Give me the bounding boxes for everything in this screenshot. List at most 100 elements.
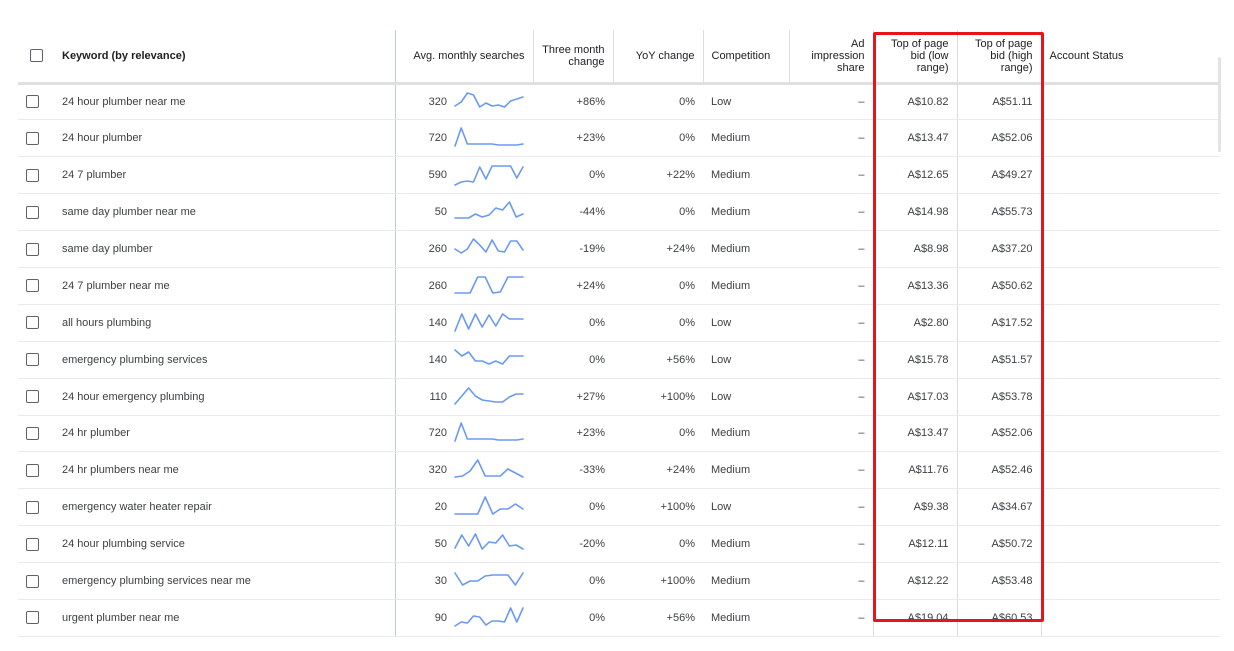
table-row[interactable]: same day plumber near me 50 -44% 0% Medium – A… — [18, 193, 1220, 232]
keyword-cell: emergency water heater repair — [54, 488, 395, 527]
header-top-bid-low[interactable]: Top of page bid (low range) — [872, 30, 957, 85]
trend-sparkline[interactable] — [453, 273, 525, 299]
trend-sparkline[interactable] — [453, 199, 525, 225]
trend-sparkline[interactable] — [453, 457, 525, 483]
row-checkbox[interactable] — [26, 316, 39, 330]
vertical-scrollbar[interactable] — [1218, 57, 1221, 152]
row-checkbox[interactable] — [26, 537, 39, 551]
header-keyword[interactable]: Keyword (by relevance) — [54, 30, 395, 85]
row-checkbox[interactable] — [26, 205, 39, 219]
trend-sparkline[interactable] — [453, 531, 525, 557]
table-row[interactable]: 24 hr plumbers near me 320 -33% +24% Medium –… — [18, 451, 1220, 490]
header-top-bid-high[interactable]: Top of page bid (high range) — [956, 30, 1041, 85]
avg-monthly-searches-cell: 320 — [394, 451, 533, 490]
three-month-change-cell: +86% — [533, 83, 613, 121]
top-bid-high-cell: A$53.78 — [956, 378, 1041, 416]
table-header-row: Keyword (by relevance) Avg. monthly sear… — [18, 30, 1220, 85]
row-checkbox[interactable] — [26, 131, 39, 145]
avg-monthly-searches-value: 110 — [429, 390, 447, 403]
top-bid-high-cell: A$49.27 — [956, 156, 1041, 195]
competition-cell: Medium — [703, 562, 789, 600]
keyword-cell: 24 7 plumber near me — [54, 267, 395, 305]
three-month-change-cell: 0% — [533, 488, 613, 527]
table-row[interactable]: 24 hour emergency plumbing 110 +27% +100% Lo… — [18, 378, 1220, 416]
competition-cell: Medium — [703, 119, 789, 158]
ad-impression-share-cell: – — [789, 451, 873, 490]
yoy-change-cell: +24% — [613, 230, 703, 268]
table-row[interactable]: 24 hr plumber 720 +23% 0% Medium – A$13.47 A$52… — [18, 415, 1220, 453]
avg-monthly-searches-value: 50 — [434, 538, 447, 551]
table-row[interactable]: same day plumber 260 -19% +24% Medium – A$8.98… — [18, 230, 1220, 268]
avg-monthly-searches-cell: 50 — [394, 193, 533, 232]
keyword-ideas-table-container: Keyword (by relevance) Avg. monthly sear… — [18, 30, 1220, 637]
ad-impression-share-cell: – — [789, 230, 873, 268]
row-checkbox[interactable] — [26, 390, 39, 404]
table-row[interactable]: emergency plumbing services near me 30 0% +… — [18, 562, 1220, 600]
avg-monthly-searches-cell: 140 — [394, 341, 533, 379]
row-select-cell — [18, 599, 54, 637]
row-checkbox[interactable] — [26, 95, 39, 109]
trend-sparkline[interactable] — [453, 89, 525, 115]
trend-sparkline[interactable] — [453, 236, 525, 262]
yoy-change-cell: 0% — [613, 193, 703, 232]
trend-sparkline[interactable] — [453, 494, 525, 520]
competition-cell: Medium — [703, 451, 789, 490]
row-checkbox[interactable] — [26, 353, 39, 367]
three-month-change-cell: 0% — [533, 599, 613, 637]
row-select-cell — [18, 451, 54, 490]
account-status-cell — [1040, 599, 1220, 637]
competition-cell: Low — [703, 341, 789, 379]
trend-sparkline[interactable] — [453, 568, 525, 594]
select-all-checkbox[interactable] — [29, 49, 43, 63]
trend-sparkline[interactable] — [453, 384, 525, 410]
table-row[interactable]: 24 7 plumber near me 260 +24% 0% Medium – A$13… — [18, 267, 1220, 305]
top-bid-high-cell: A$52.06 — [956, 415, 1041, 453]
ad-impression-share-cell: – — [789, 267, 873, 305]
row-checkbox[interactable] — [26, 611, 39, 625]
table-row[interactable]: 24 hour plumbing service 50 -20% 0% Medium – A… — [18, 525, 1220, 564]
header-yoy-change[interactable]: YoY change — [612, 30, 703, 85]
three-month-change-cell: +27% — [533, 378, 613, 416]
table-row[interactable]: all hours plumbing 140 0% 0% Low – A$2.80 A$17.… — [18, 304, 1220, 342]
trend-sparkline[interactable] — [453, 420, 525, 446]
trend-sparkline[interactable] — [453, 125, 525, 151]
avg-monthly-searches-value: 260 — [428, 243, 447, 255]
account-status-cell — [1040, 341, 1220, 379]
table-row[interactable]: emergency water heater repair 20 0% +100% Lo… — [18, 488, 1220, 527]
row-checkbox[interactable] — [26, 242, 39, 256]
header-ad-impression-share[interactable]: Ad impression share — [788, 30, 873, 85]
table-row[interactable]: emergency plumbing services 140 0% +56% Low –… — [18, 341, 1220, 379]
trend-sparkline[interactable] — [453, 162, 525, 188]
keyword-cell: urgent plumber near me — [54, 599, 395, 637]
account-status-cell — [1040, 119, 1220, 158]
row-checkbox[interactable] — [26, 168, 39, 182]
trend-sparkline[interactable] — [453, 605, 525, 631]
table-row[interactable]: 24 hour plumber 720 +23% 0% Medium – A$13.47 A$… — [18, 119, 1220, 158]
row-checkbox[interactable] — [26, 426, 39, 440]
avg-monthly-searches-cell: 260 — [394, 267, 533, 305]
row-checkbox[interactable] — [26, 279, 39, 293]
row-select-cell — [18, 562, 54, 600]
row-checkbox[interactable] — [26, 574, 39, 588]
table-row[interactable]: 24 hour plumber near me 320 +86% 0% Low – A$10… — [18, 83, 1220, 121]
avg-monthly-searches-cell: 260 — [394, 230, 533, 268]
avg-monthly-searches-cell: 720 — [394, 119, 533, 158]
row-select-cell — [18, 341, 54, 379]
row-select-cell — [18, 119, 54, 158]
avg-monthly-searches-value: 320 — [428, 464, 447, 477]
header-three-month-change[interactable]: Three month change — [532, 30, 613, 85]
header-avg-monthly-searches[interactable]: Avg. monthly searches — [394, 30, 533, 85]
top-bid-high-cell: A$34.67 — [956, 488, 1041, 527]
table-row[interactable]: 24 7 plumber 590 0% +22% Medium – A$12.65 A$49.… — [18, 156, 1220, 195]
row-checkbox[interactable] — [26, 463, 39, 477]
trend-sparkline[interactable] — [453, 347, 525, 373]
header-account-status[interactable]: Account Status — [1040, 30, 1220, 85]
account-status-cell — [1040, 267, 1220, 305]
row-checkbox[interactable] — [26, 500, 39, 514]
table-row[interactable]: urgent plumber near me 90 0% +56% Medium – A$1… — [18, 599, 1220, 637]
header-competition[interactable]: Competition — [702, 30, 789, 85]
trend-sparkline[interactable] — [453, 310, 525, 336]
keyword-cell: 24 hour plumber near me — [54, 83, 395, 121]
three-month-change-cell: -20% — [533, 525, 613, 564]
yoy-change-cell: 0% — [613, 267, 703, 305]
